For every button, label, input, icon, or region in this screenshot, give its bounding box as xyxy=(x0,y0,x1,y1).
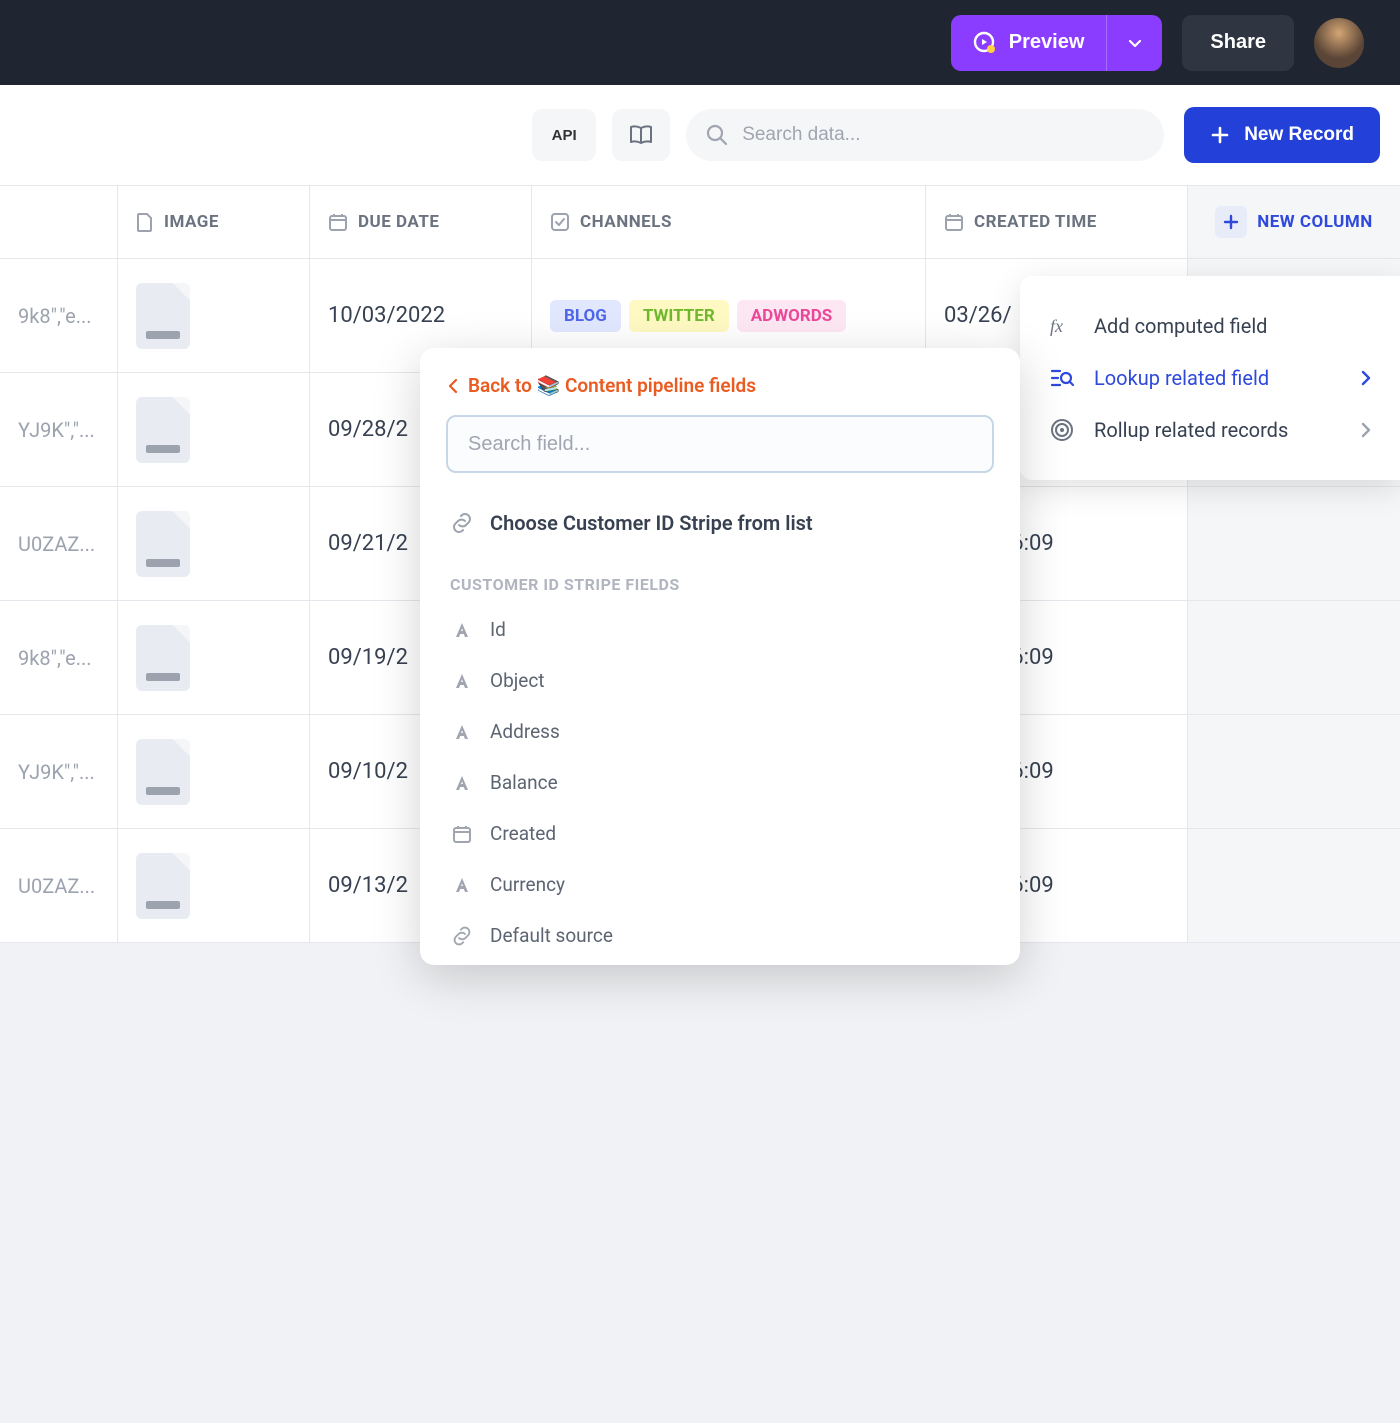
plus-icon xyxy=(1210,125,1230,145)
field-option[interactable]: Address xyxy=(420,706,1020,757)
field-label: Id xyxy=(490,618,506,641)
cell-text: U0ZAZ... xyxy=(0,487,118,600)
field-option[interactable]: Created xyxy=(420,808,1020,859)
search-input[interactable] xyxy=(686,109,1164,161)
calendar-icon xyxy=(328,212,348,232)
checkbox-icon xyxy=(550,212,570,232)
search-wrapper xyxy=(686,109,1164,161)
cell-image xyxy=(118,715,310,828)
field-label: Balance xyxy=(490,771,558,794)
api-button[interactable]: API xyxy=(532,109,596,161)
cell-image xyxy=(118,487,310,600)
file-icon xyxy=(136,212,154,232)
text-field-icon xyxy=(450,620,474,640)
lookup-icon xyxy=(1048,367,1076,389)
link-field-icon xyxy=(450,926,474,946)
cell-text: 9k8","e... xyxy=(0,259,118,372)
cell-image xyxy=(118,601,310,714)
cell-image xyxy=(118,373,310,486)
chevron-right-icon xyxy=(1360,369,1372,387)
preview-play-icon xyxy=(973,31,997,55)
field-option[interactable]: Object xyxy=(420,655,1020,706)
chevron-left-icon xyxy=(448,378,458,394)
cell-empty xyxy=(1188,715,1400,828)
rollup-icon xyxy=(1048,418,1076,442)
file-thumbnail-icon xyxy=(136,625,190,691)
fx-icon: fx xyxy=(1048,316,1076,336)
field-label: Address xyxy=(490,720,560,743)
channel-tag[interactable]: ADWORDS xyxy=(737,300,846,332)
svg-text:fx: fx xyxy=(1050,316,1063,336)
field-label: Currency xyxy=(490,873,565,896)
new-column-menu: fx Add computed field Lookup related fie… xyxy=(1020,276,1400,480)
top-bar: Preview Share xyxy=(0,0,1400,85)
docs-button[interactable] xyxy=(612,109,670,161)
field-search-input[interactable] xyxy=(446,415,994,473)
field-label: Object xyxy=(490,669,545,692)
field-option[interactable]: Balance xyxy=(420,757,1020,808)
column-header-due-date[interactable]: DUE DATE xyxy=(310,186,532,258)
cell-text: YJ9K","... xyxy=(0,373,118,486)
new-record-label: New Record xyxy=(1244,124,1354,146)
cell-image xyxy=(118,829,310,942)
cell-empty xyxy=(1188,601,1400,714)
field-search-wrapper xyxy=(446,415,994,473)
preview-dropdown-button[interactable] xyxy=(1106,15,1162,71)
channel-tag[interactable]: TWITTER xyxy=(629,300,729,332)
toolbar: API New Record xyxy=(0,85,1400,185)
menu-item-lookup-field[interactable]: Lookup related field xyxy=(1020,352,1400,404)
column-header-text[interactable] xyxy=(0,186,118,258)
field-option[interactable]: Id xyxy=(420,604,1020,655)
back-link[interactable]: Back to 📚 Content pipeline fields xyxy=(420,374,1020,415)
user-avatar[interactable] xyxy=(1314,18,1364,68)
text-field-icon xyxy=(450,773,474,793)
field-option[interactable]: Default source xyxy=(420,910,1020,961)
field-label: Default source xyxy=(490,924,613,947)
cell-empty xyxy=(1188,829,1400,942)
new-record-button[interactable]: New Record xyxy=(1184,107,1380,163)
new-column-button[interactable]: NEW COLUMN xyxy=(1188,186,1400,258)
file-thumbnail-icon xyxy=(136,853,190,919)
cell-text: 9k8","e... xyxy=(0,601,118,714)
channel-tag[interactable]: BLOG xyxy=(550,300,621,332)
file-thumbnail-icon xyxy=(136,283,190,349)
chevron-right-icon xyxy=(1360,421,1372,439)
search-icon xyxy=(706,124,728,146)
preview-button-group: Preview xyxy=(951,15,1163,71)
section-label: CUSTOMER ID STRIPE FIELDS xyxy=(420,549,1020,604)
chevron-down-icon xyxy=(1127,35,1143,51)
field-label: Created xyxy=(490,822,556,845)
cell-empty xyxy=(1188,487,1400,600)
calendar-icon xyxy=(944,212,964,232)
book-icon xyxy=(628,122,654,148)
field-option[interactable]: Currency xyxy=(420,859,1020,910)
column-header-channels[interactable]: CHANNELS xyxy=(532,186,926,258)
menu-item-rollup-records[interactable]: Rollup related records xyxy=(1020,404,1400,456)
preview-button[interactable]: Preview xyxy=(951,15,1107,71)
date-field-icon xyxy=(450,824,474,844)
share-button[interactable]: Share xyxy=(1182,15,1294,71)
text-field-icon xyxy=(450,671,474,691)
link-icon xyxy=(450,512,474,534)
choose-from-list[interactable]: Choose Customer ID Stripe from list xyxy=(420,497,1020,549)
file-thumbnail-icon xyxy=(136,397,190,463)
text-field-icon xyxy=(450,875,474,895)
lookup-field-panel: Back to 📚 Content pipeline fields Choose… xyxy=(420,348,1020,965)
file-thumbnail-icon xyxy=(136,739,190,805)
column-header-created-time[interactable]: CREATED TIME xyxy=(926,186,1188,258)
cell-image xyxy=(118,259,310,372)
menu-item-computed-field[interactable]: fx Add computed field xyxy=(1020,300,1400,352)
column-header-image[interactable]: IMAGE xyxy=(118,186,310,258)
cell-text: YJ9K","... xyxy=(0,715,118,828)
table-header-row: IMAGE DUE DATE CHANNELS CREATED TIME NEW… xyxy=(0,185,1400,259)
cell-text: U0ZAZ... xyxy=(0,829,118,942)
preview-label: Preview xyxy=(1009,31,1085,54)
text-field-icon xyxy=(450,722,474,742)
file-thumbnail-icon xyxy=(136,511,190,577)
empty-area xyxy=(0,943,1400,1423)
plus-icon xyxy=(1215,206,1247,238)
